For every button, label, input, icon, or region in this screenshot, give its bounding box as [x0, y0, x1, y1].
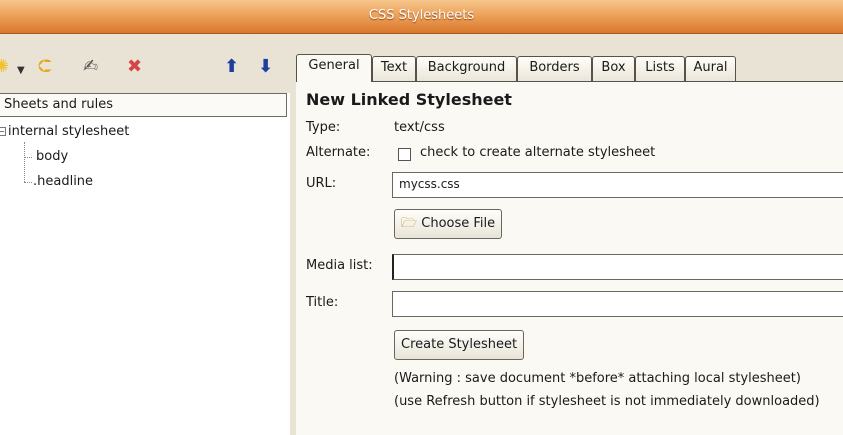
tab-box[interactable]: Box	[592, 56, 635, 81]
collapse-icon[interactable]: −	[0, 127, 6, 136]
folder-open-icon: 🗁	[401, 216, 418, 231]
dropdown-arrow-icon[interactable]: ▼	[17, 62, 25, 80]
delete-icon[interactable]: ✖	[127, 58, 142, 76]
tree-header[interactable]: Sheets and rules	[0, 93, 287, 117]
tab-background[interactable]: Background	[416, 56, 517, 81]
alternate-checkbox-label[interactable]: check to create alternate stylesheet	[420, 145, 655, 160]
tree-toolbar: ✺ ▼ ⮈ ✍ ✖ ⬆ ⬇	[0, 54, 290, 84]
type-label: Type:	[306, 120, 341, 135]
create-stylesheet-button[interactable]: Create Stylesheet	[394, 330, 525, 360]
properties-panel: General Text Background Borders Box List…	[296, 54, 843, 435]
tab-text[interactable]: Text	[372, 56, 416, 81]
move-down-icon[interactable]: ⬇	[258, 58, 273, 76]
type-value: text/css	[394, 120, 445, 135]
media-list-label: Media list:	[306, 258, 373, 273]
refresh-hint-text: (use Refresh button if stylesheet is not…	[394, 394, 820, 409]
url-label: URL:	[306, 176, 337, 191]
title-bar: CSS Stylesheets	[0, 0, 843, 34]
tab-borders[interactable]: Borders	[517, 56, 592, 81]
tab-lists[interactable]: Lists	[635, 56, 685, 81]
choose-file-button[interactable]: 🗁 Choose File	[394, 209, 503, 239]
tree-item-body[interactable]: body	[36, 148, 68, 166]
import-icon[interactable]: ⮈	[38, 58, 52, 76]
general-tab-content: New Linked Stylesheet Type: text/css Alt…	[296, 81, 843, 435]
warning-text: (Warning : save document *before* attach…	[394, 371, 801, 386]
tab-aural[interactable]: Aural	[685, 56, 736, 81]
tree-connector	[24, 142, 25, 182]
tree-connector	[24, 157, 32, 158]
tab-bar: General Text Background Borders Box List…	[296, 54, 843, 82]
url-input[interactable]: mycss.css	[392, 172, 843, 198]
alternate-checkbox[interactable]	[398, 148, 411, 161]
form-heading: New Linked Stylesheet	[306, 90, 512, 109]
tab-general[interactable]: General	[296, 54, 372, 82]
stylesheet-tree: Sheets and rules − internal stylesheet b…	[0, 93, 290, 435]
tree-item-headline[interactable]: .headline	[33, 173, 93, 191]
window-title: CSS Stylesheets	[368, 8, 475, 23]
choose-file-label: Choose File	[421, 216, 496, 231]
alternate-label: Alternate:	[306, 145, 371, 160]
tree-item-internal-stylesheet[interactable]: internal stylesheet	[8, 123, 129, 141]
tree-connector	[24, 182, 32, 183]
title-label: Title:	[306, 295, 339, 310]
new-rule-icon[interactable]: ✺	[0, 58, 9, 76]
media-list-input[interactable]	[392, 254, 843, 280]
edit-icon[interactable]: ✍	[83, 58, 98, 76]
title-input[interactable]	[392, 291, 843, 317]
move-up-icon[interactable]: ⬆	[224, 58, 239, 76]
